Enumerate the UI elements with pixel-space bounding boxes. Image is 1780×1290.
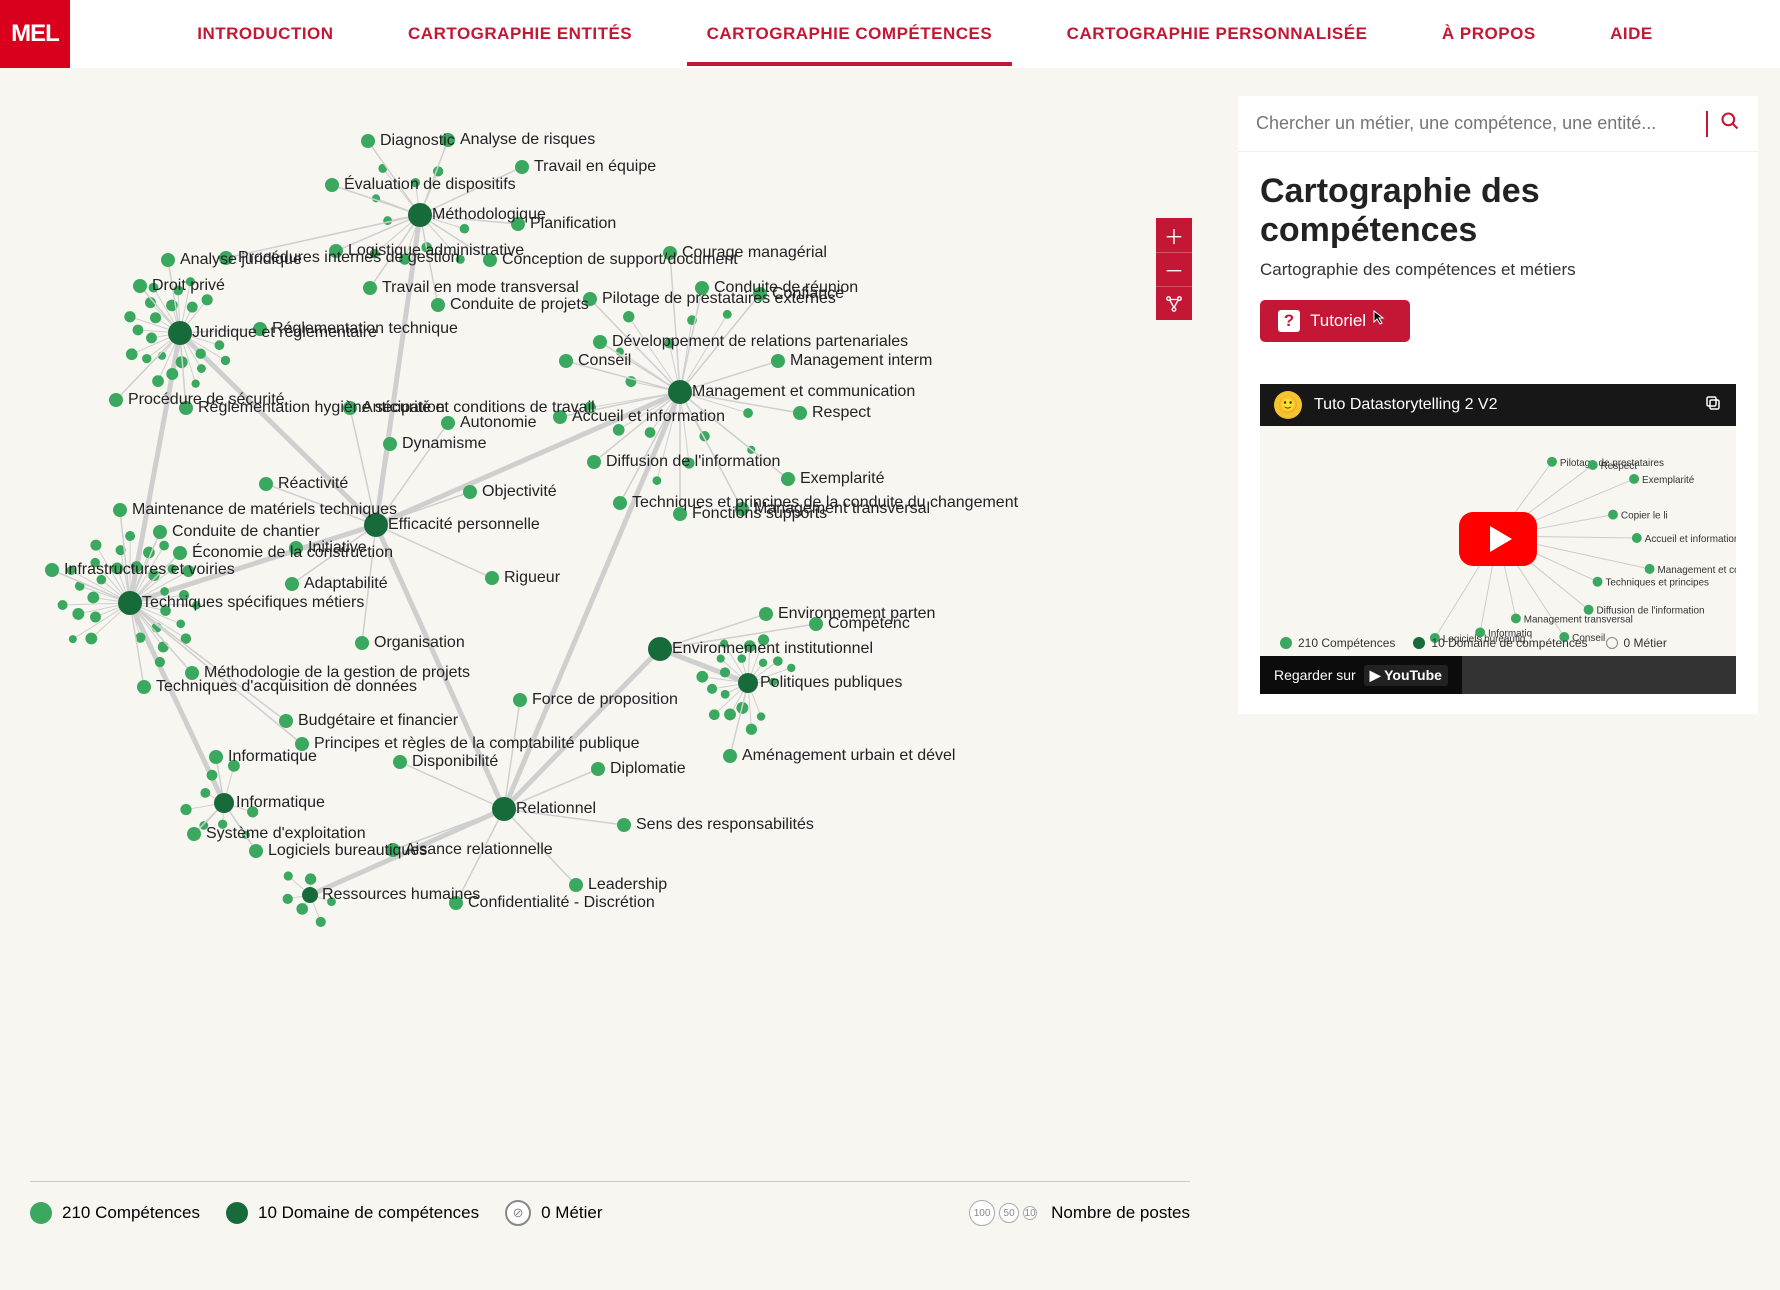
network-svg bbox=[0, 68, 1220, 1248]
svg-text:Management transversal: Management transversal bbox=[1524, 614, 1633, 625]
svg-text:Respect: Respect bbox=[1601, 461, 1638, 472]
legend-metier: 0 Métier bbox=[541, 1203, 602, 1223]
scale-10: 10 bbox=[1023, 1206, 1037, 1220]
nav: INTRODUCTION CARTOGRAPHIE ENTITÉS CARTOGRA… bbox=[70, 2, 1780, 66]
watch-on-label: Regarder sur bbox=[1274, 667, 1356, 683]
nav-item[interactable]: À PROPOS bbox=[1442, 2, 1536, 66]
logo[interactable]: MEL bbox=[0, 0, 70, 68]
help-icon: ? bbox=[1278, 310, 1300, 332]
svg-text:Techniques et principes: Techniques et principes bbox=[1605, 578, 1709, 589]
graph-legend: 210 Compétences 10 Domaine de compétence… bbox=[30, 1181, 1190, 1226]
search-bar bbox=[1238, 96, 1758, 152]
video-title: Tuto Datastorytelling 2 V2 bbox=[1314, 396, 1498, 414]
eye-off-icon: ⊘ bbox=[505, 1200, 531, 1226]
youtube-logo: ▶ YouTube bbox=[1364, 665, 1448, 686]
tutorial-label: Tutoriel bbox=[1310, 311, 1366, 331]
copy-link-icon[interactable] bbox=[1704, 394, 1722, 417]
tutorial-button[interactable]: ? Tutoriel bbox=[1260, 300, 1410, 342]
nav-item[interactable]: INTRODUCTION bbox=[197, 2, 333, 66]
side-title: Cartographie des compétences bbox=[1260, 172, 1736, 250]
zoom-controls: ＋ － bbox=[1156, 218, 1192, 320]
top-nav: MEL INTRODUCTION CARTOGRAPHIE ENTITÉS CART… bbox=[0, 0, 1780, 68]
cursor-icon bbox=[1372, 309, 1388, 330]
svg-text:Management et communication: Management et communication bbox=[1658, 565, 1736, 576]
zoom-in-button[interactable]: ＋ bbox=[1156, 218, 1192, 252]
nav-item[interactable]: CARTOGRAPHIE COMPÉTENCES bbox=[707, 2, 993, 66]
nav-item[interactable]: AIDE bbox=[1610, 2, 1653, 66]
legend-dot-domaine bbox=[226, 1202, 248, 1224]
zoom-out-button[interactable]: － bbox=[1156, 252, 1192, 286]
scale-bubbles: 100 50 10 Nombre de postes bbox=[969, 1200, 1190, 1226]
search-button[interactable] bbox=[1706, 111, 1740, 137]
channel-avatar-icon: 🙂 bbox=[1274, 391, 1302, 419]
video-title-bar: 🙂 Tuto Datastorytelling 2 V2 bbox=[1260, 384, 1736, 426]
nav-item[interactable]: CARTOGRAPHIE PERSONNALISÉE bbox=[1067, 2, 1368, 66]
side-subtitle: Cartographie des compétences et métiers bbox=[1260, 260, 1736, 280]
legend-dot-competence bbox=[30, 1202, 52, 1224]
legend-domaines: 10 Domaine de compétences bbox=[258, 1203, 479, 1223]
video-embed[interactable]: Pilotage de prestatairesRespectExemplari… bbox=[1260, 384, 1736, 694]
search-input[interactable] bbox=[1256, 113, 1706, 134]
nav-item[interactable]: CARTOGRAPHIE ENTITÉS bbox=[408, 2, 632, 66]
scale-50: 50 bbox=[999, 1203, 1019, 1223]
play-button[interactable] bbox=[1459, 512, 1537, 566]
graph-layout-button[interactable] bbox=[1156, 286, 1192, 320]
svg-text:Exemplarité: Exemplarité bbox=[1642, 475, 1695, 486]
scale-100: 100 bbox=[969, 1200, 995, 1226]
video-footer[interactable]: Regarder sur ▶ YouTube bbox=[1260, 656, 1462, 694]
legend-postes: Nombre de postes bbox=[1051, 1203, 1190, 1223]
svg-text:Accueil et information: Accueil et information bbox=[1645, 534, 1736, 545]
search-icon bbox=[1720, 111, 1740, 131]
side-panel: Cartographie des compétences Cartographi… bbox=[1238, 96, 1758, 714]
network-icon bbox=[1165, 295, 1183, 313]
svg-text:Copier le li: Copier le li bbox=[1621, 511, 1668, 522]
graph-canvas[interactable]: DiagnosticAnalyse de risquesTravail en é… bbox=[0, 68, 1220, 1248]
legend-competences: 210 Compétences bbox=[62, 1203, 200, 1223]
